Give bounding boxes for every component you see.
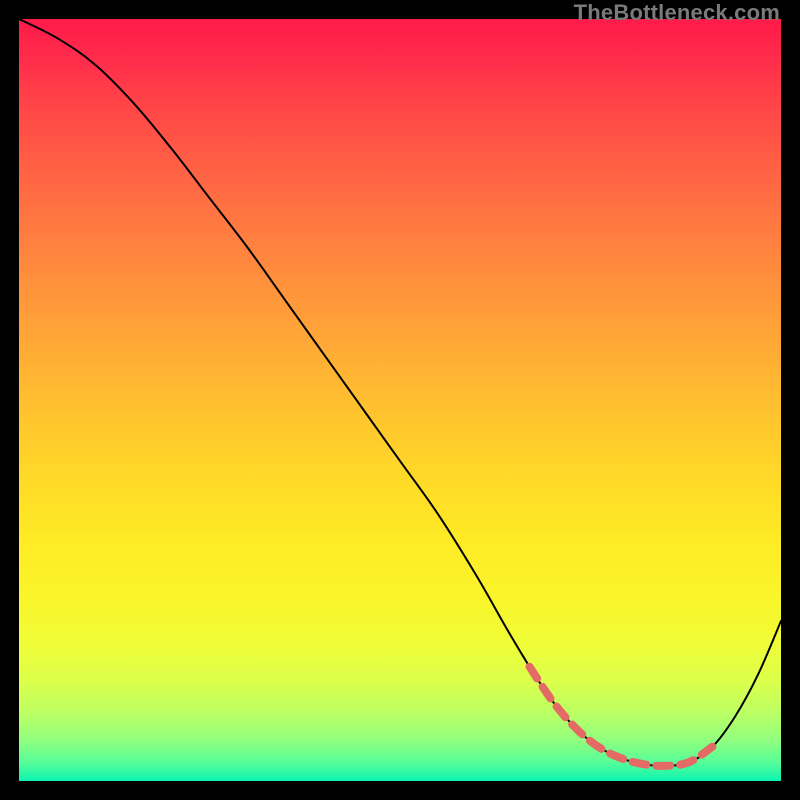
chart-frame: TheBottleneck.com (0, 0, 800, 800)
plot-area (19, 19, 781, 781)
bottleneck-curve (19, 19, 781, 766)
optimal-range-highlight (530, 667, 713, 766)
chart-svg (19, 19, 781, 781)
watermark-text: TheBottleneck.com (574, 0, 780, 26)
